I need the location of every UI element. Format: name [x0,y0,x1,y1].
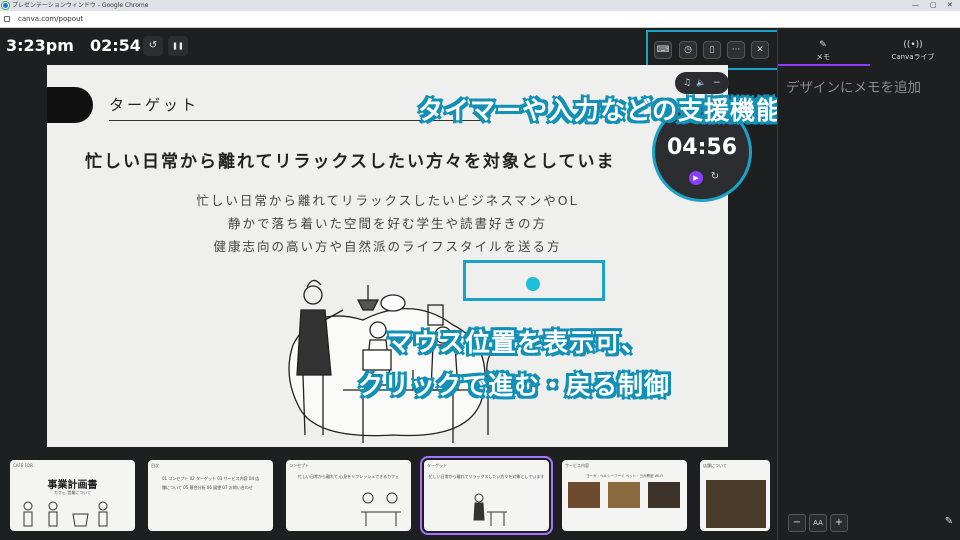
thumb-photo [648,482,680,508]
decrease-font-button[interactable]: − [788,514,806,532]
slide-body-line: 健康志向の高い方や自然派のライフスタイルを送る方 [213,239,562,254]
slide-thumbnail-current[interactable]: ターゲット 忙しい日常から離れてリラックスしたい方々を対象としています [420,456,553,535]
thumb-label: 目次 [151,463,159,468]
broadcast-icon: ((•)) [903,40,923,50]
more-options-button[interactable]: ··· [727,41,745,59]
tab-notes-label: メモ [816,53,830,61]
close-presenter-button[interactable]: ✕ [751,41,769,59]
close-icon: ✕ [756,45,764,55]
chrome-logo-icon [2,2,9,9]
font-size-button[interactable]: AA [809,514,827,532]
notes-icon: ✎ [819,40,827,50]
reset-timer-button[interactable]: ↺ [143,36,163,56]
remote-icon: ▯ [709,45,715,55]
thumb-title: 事業計画書 [47,480,98,491]
browser-title-bar: プレゼンテーションウィンドウ - Google Chrome — ▢ ✕ [0,0,960,11]
thumb-photo [608,482,640,508]
thumb-photo [706,480,766,528]
close-window-button[interactable]: ✕ [947,0,953,11]
stopwatch-icon: ◷ [684,45,692,55]
tab-canva-live[interactable]: ((•)) Canvaライブ [868,40,958,62]
edit-icon[interactable]: ✎ [940,514,958,532]
thumb-label: 店舗について [703,463,727,468]
slide-thumbnail[interactable]: コンセプト 忙しい日常から離れて 心身をリフレッシュできるカフェ [286,460,411,531]
current-time: 3:23pm [6,36,74,55]
thumb-subtitle: 01 コンセプト 02 ターゲット 03 サービス内容 04 店舗について 05… [162,476,260,490]
slide-title-decoration [47,87,93,123]
restart-icon: ↻ [710,171,720,182]
active-tab-indicator [778,64,870,66]
thumb-photo [568,482,600,508]
presenter-toolbar: ⌨ ◷ ▯ ··· ✕ [646,30,783,70]
mouse-pointer-indicator [526,277,540,291]
restart-timer-button[interactable]: ↻ [708,170,722,184]
maximize-window-button[interactable]: ▢ [930,0,937,11]
slide-title: ターゲット [109,96,200,114]
pause-icon: ❚❚ [172,42,184,50]
keyboard-icon: ⌨ [656,45,670,55]
thumb-label: サービス内容 [565,463,589,468]
address-bar[interactable]: canva.com/popout [0,11,960,28]
timer-button[interactable]: ◷ [679,41,697,59]
countdown-value: 04:56 [666,135,738,160]
thumb-illustration [361,492,401,526]
window-title: プレゼンテーションウィンドウ - Google Chrome [12,2,149,9]
url-text[interactable]: canva.com/popout [18,11,83,28]
thumb-subtitle: 忙しい日常から離れてリラックスしたい方々を対象としています [428,474,545,479]
caption-click-navigation: クリックで進む・戻る制御 [358,371,671,400]
minimize-window-button[interactable]: — [912,0,919,11]
site-info-icon[interactable] [4,16,10,22]
thumb-subtitle: ヨーガ・ヘルシーフード ペット・ヨガ教室 Wi-Fi [586,474,663,478]
thumb-illustration [23,501,108,527]
slide-thumbnail[interactable]: CAFE FOR 事業計画書 カフェ 営業について [10,460,135,531]
notes-input[interactable]: デザインにメモを追加 [786,76,921,96]
remote-control-button[interactable]: ▯ [703,41,721,59]
slide-headline: 忙しい日常から離れてリラックスしたい方々を対象としていま [85,152,616,172]
notes-panel: ✎ メモ ((•)) Canvaライブ デザインにメモを追加 − AA + ✎ [777,28,960,540]
elapsed-timer: 02:54 [90,36,141,55]
thumb-label: ターゲット [427,463,447,468]
more-icon: ··· [731,45,741,55]
play-icon: ▶ [693,174,699,182]
caption-mouse-position: マウス位置を表示可、 [387,328,648,357]
keyboard-shortcuts-button[interactable]: ⌨ [654,41,672,59]
reset-icon: ↺ [148,40,158,51]
increase-font-button[interactable]: + [830,514,848,532]
caption-support-features: タイマーや入力などの支援機能あり [418,96,835,125]
thumb-label: CAFE FOR [13,463,33,468]
thumb-illustration [473,493,507,526]
thumb-subtitle: カフェ 営業について [53,490,92,495]
tab-notes[interactable]: ✎ メモ [778,40,868,62]
play-button[interactable]: ▶ [689,171,703,185]
slide-thumbnail[interactable]: サービス内容 ヨーガ・ヘルシーフード ペット・ヨガ教室 Wi-Fi [562,460,687,531]
slide-body-line: 静かで落ち着いた空間を好む学生や読書好きの方 [227,216,547,231]
tab-canva-live-label: Canvaライブ [891,53,935,61]
slide-thumbnail[interactable]: 店舗について [700,460,770,531]
slide-thumbnail[interactable]: 目次 01 コンセプト 02 ターゲット 03 サービス内容 04 店舗について… [148,460,273,531]
slide-body-line: 忙しい日常から離れてリラックスしたいビジネスマンやOL [196,193,579,208]
thumb-subtitle: 忙しい日常から離れて 心身をリフレッシュできるカフェ [297,474,400,479]
thumb-label: コンセプト [289,463,309,468]
pause-button[interactable]: ❚❚ [168,36,188,56]
